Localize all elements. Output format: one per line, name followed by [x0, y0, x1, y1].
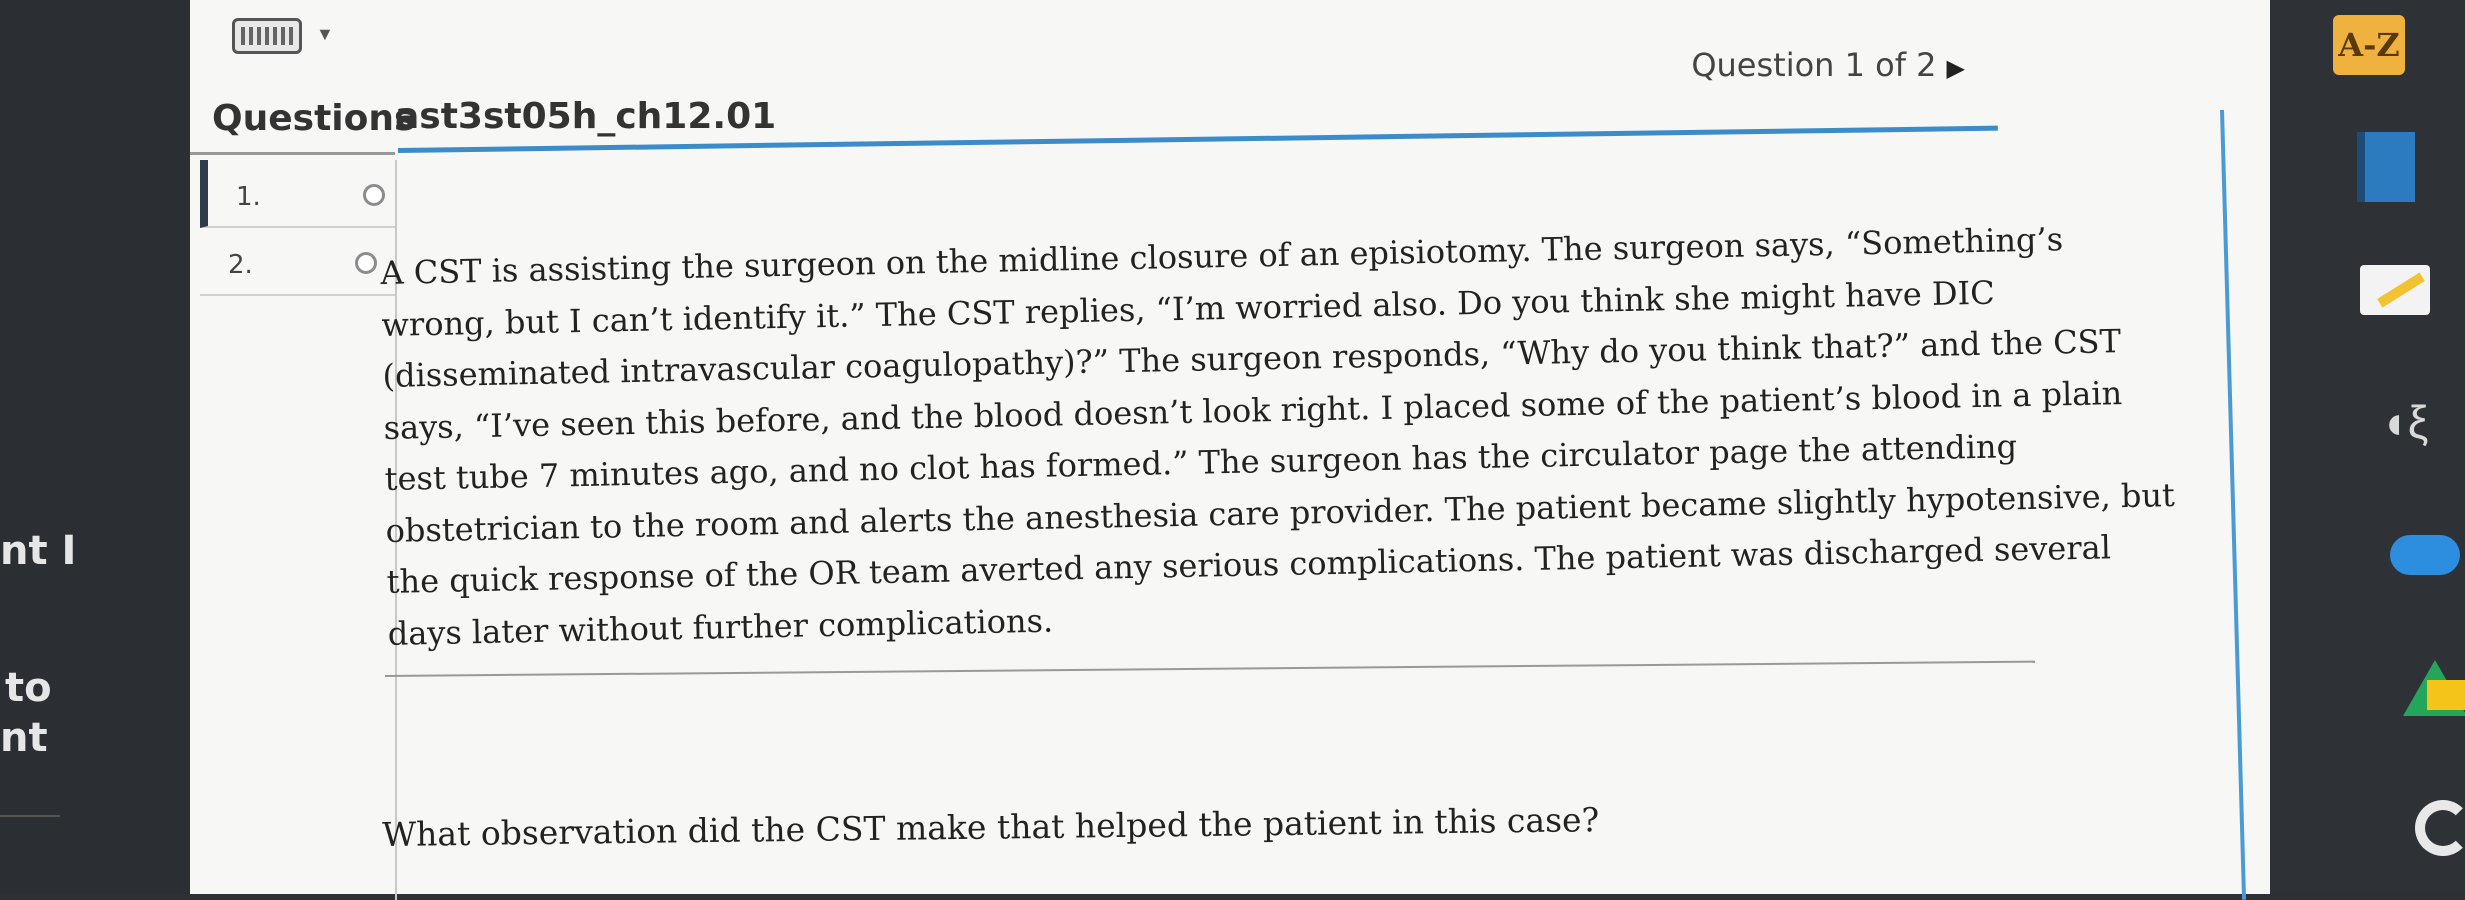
cloud-icon[interactable] [2390, 535, 2460, 575]
assignment-title: ast3st05h_ch12.01 [395, 96, 777, 137]
chrome-icon[interactable] [2415, 800, 2465, 856]
next-arrow-icon[interactable]: ▶ [1947, 54, 1965, 82]
content-border [2220, 109, 2247, 900]
chevron-down-icon[interactable]: ▼ [316, 24, 334, 45]
az-glossary-button[interactable]: A-Z [2333, 15, 2405, 75]
text-to-speech-icon[interactable]: ◖ξ [2380, 395, 2428, 449]
background-text: nt [0, 715, 48, 761]
passage-text: A CST is assisting the surgeon on the mi… [380, 220, 2176, 653]
divider [384, 660, 2035, 677]
question-list-item[interactable]: 2. [200, 228, 395, 296]
status-radio-icon [363, 184, 385, 206]
question-list: 1. 2. [200, 160, 397, 900]
background-text: to [5, 665, 52, 711]
keyboard-icon[interactable] [232, 18, 302, 54]
divider [0, 815, 60, 817]
question-list-item[interactable]: 1. [200, 160, 395, 228]
drive-icon[interactable] [2403, 660, 2465, 716]
background-text: nt I [0, 528, 77, 574]
question-counter: Question 1 of 2 ▶ [1691, 46, 1965, 84]
question-number: 2. [228, 250, 253, 280]
tab-underline [190, 152, 395, 155]
question-counter-text: Question 1 of 2 [1691, 46, 1937, 84]
pencil-icon[interactable] [2360, 265, 2430, 315]
question-passage: A CST is assisting the surgeon on the mi… [380, 212, 2188, 660]
background-left-panel: nt I to nt [0, 0, 195, 894]
book-icon[interactable] [2357, 132, 2415, 202]
question-prompt: What observation did the CST make that h… [382, 800, 1600, 854]
tab-questions[interactable]: Questions [212, 98, 415, 139]
status-radio-icon [355, 252, 377, 274]
quiz-window: ▼ Question 1 of 2 ▶ Questions ast3st05h_c… [190, 0, 2270, 900]
question-number: 1. [236, 182, 261, 212]
